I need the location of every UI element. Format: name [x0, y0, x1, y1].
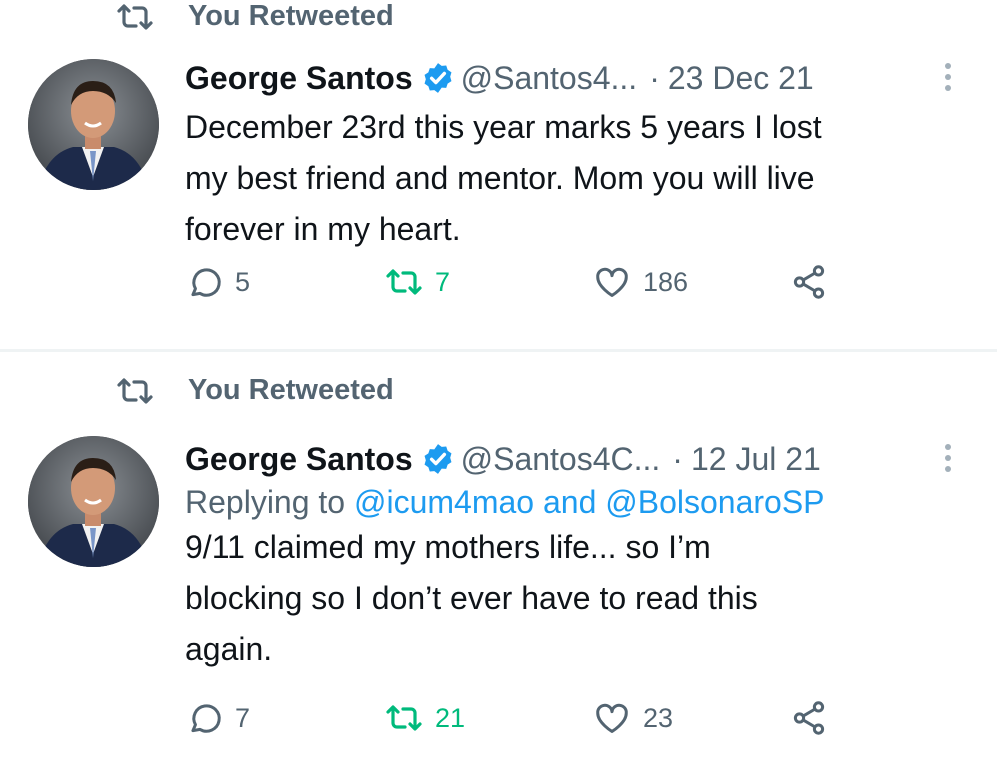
tweet-text-line: blocking so I don’t ever have to read th…	[185, 580, 758, 616]
tweet-text-line: forever in my heart.	[185, 211, 461, 247]
author-name[interactable]: George Santos	[185, 60, 413, 97]
tweet-header: George Santos @Santos4... · 23 Dec 21	[185, 55, 977, 101]
retweet-count: 7	[435, 266, 451, 297]
retweet-label: You Retweeted	[188, 0, 394, 32]
tweet-text: December 23rd this year marks 5 years I …	[185, 102, 977, 255]
tweet-text: 9/11 claimed my mothers life... so I’m b…	[185, 522, 977, 675]
separator: ·	[672, 440, 683, 477]
reply-button[interactable]: 5	[185, 263, 250, 301]
retweet-button[interactable]: 7	[385, 263, 450, 301]
retweet-icon	[117, 377, 153, 404]
more-options-icon[interactable]	[945, 63, 955, 91]
reply-icon	[191, 268, 221, 297]
tweet-text-line: December 23rd this year marks 5 years I …	[185, 109, 822, 145]
avatar[interactable]	[28, 59, 159, 190]
share-button[interactable]	[790, 263, 828, 301]
tweet-date[interactable]: 12 Jul 21	[691, 441, 821, 478]
retweet-indicator: You Retweeted	[116, 374, 394, 407]
tweet-content: George Santos @Santos4... · 23 Dec 21 De…	[185, 55, 977, 255]
share-button[interactable]	[790, 699, 828, 737]
retweet-button[interactable]: 21	[385, 699, 465, 737]
replying-to: Replying to @icum4mao and @BolsonaroSP	[185, 484, 977, 521]
retweet-icon	[386, 269, 422, 295]
share-icon	[793, 701, 825, 735]
heart-icon	[596, 267, 628, 297]
heart-icon	[596, 703, 628, 733]
author-handle[interactable]: @Santos4C...	[461, 441, 661, 478]
retweet-icon	[386, 705, 422, 731]
reply-count: 5	[235, 266, 251, 297]
tweet-2[interactable]: You Retweeted George Santos @Santos4C...…	[0, 352, 997, 768]
retweet-label: You Retweeted	[188, 374, 394, 406]
tweet-content: George Santos @Santos4C... · 12 Jul 21 R…	[185, 436, 977, 675]
profile-photo	[28, 436, 159, 567]
mention-link[interactable]: @BolsonaroSP	[605, 484, 824, 520]
like-count: 23	[643, 702, 674, 733]
profile-photo	[28, 59, 159, 190]
reply-count: 7	[235, 702, 251, 733]
verified-badge-icon	[424, 444, 452, 474]
retweet-count: 21	[435, 702, 466, 733]
tweet-1[interactable]: You Retweeted George Santos @Santos4... …	[0, 0, 997, 350]
author-handle[interactable]: @Santos4...	[461, 60, 638, 97]
like-count: 186	[643, 266, 689, 297]
tweet-text-line: again.	[185, 631, 273, 667]
reply-button[interactable]: 7	[185, 699, 250, 737]
tweet-date[interactable]: 23 Dec 21	[668, 60, 814, 97]
avatar[interactable]	[28, 436, 159, 567]
retweet-icon	[117, 3, 153, 30]
author-name[interactable]: George Santos	[185, 441, 413, 478]
separator: ·	[649, 59, 660, 96]
tweet-text-line: my best friend and mentor. Mom you will …	[185, 160, 815, 196]
like-button[interactable]: 23	[593, 699, 673, 737]
like-button[interactable]: 186	[593, 263, 688, 301]
more-options-icon[interactable]	[945, 444, 955, 472]
replying-prefix: Replying to	[185, 484, 346, 520]
verified-badge-icon	[424, 63, 452, 93]
share-icon	[793, 265, 825, 299]
mention-conjunction: and	[542, 484, 597, 520]
reply-icon	[191, 704, 221, 733]
mention-link[interactable]: @icum4mao	[354, 484, 534, 520]
tweet-text-line: 9/11 claimed my mothers life... so I’m	[185, 529, 711, 565]
retweet-indicator: You Retweeted	[116, 0, 394, 33]
tweet-header: George Santos @Santos4C... · 12 Jul 21	[185, 436, 977, 482]
